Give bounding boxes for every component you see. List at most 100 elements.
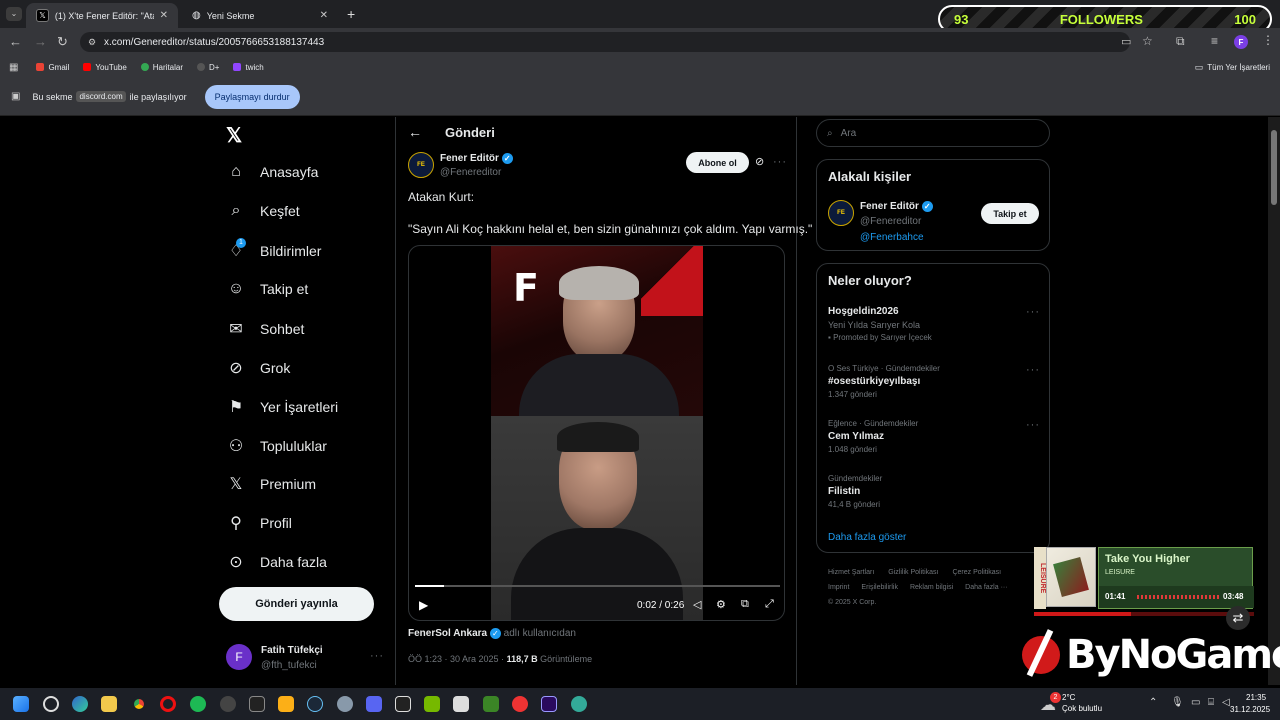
follow-button[interactable]: Takip et [981,203,1039,224]
cast-icon[interactable]: ▭ [1121,35,1131,48]
show-more-link[interactable]: Daha fazla göster [828,532,906,543]
extensions-icon[interactable]: ⧉ [1176,34,1185,49]
account-switcher[interactable]: F Fatih Tüfekçi @fth_tufekci ··· [226,644,386,674]
profile-avatar-icon[interactable]: F [1234,35,1248,49]
sidebar-item-home[interactable]: ⌂ Anasayfa [226,163,318,181]
more-icon[interactable]: ··· [773,156,787,168]
sidebar-item-notifications[interactable]: ♢ 1 Bildirimler [226,238,321,261]
related-bio-link[interactable]: @Fenerbahce [860,232,924,243]
spotify-icon[interactable] [190,696,206,712]
steam-icon[interactable] [307,696,323,712]
discord-icon[interactable] [366,696,382,712]
rockstar-icon[interactable] [278,696,294,712]
chrome-icon[interactable] [131,696,147,712]
clock-time[interactable]: 21:35 [1246,693,1266,702]
new-tab-plus-icon[interactable]: + [347,6,355,22]
search-icon[interactable] [43,696,59,712]
volume-icon[interactable]: ◁ [1222,697,1230,708]
post-timestamp[interactable]: ÖÖ 1:23 · 30 Ara 2025 · [408,654,504,664]
tab-x-post[interactable]: 𝕏 (1) X'te Fener Editör: "Atakı ✕ [26,3,178,28]
windows-start-icon[interactable] [13,696,29,712]
picture-in-picture-icon[interactable]: ⧉ [741,598,749,611]
settings-icon[interactable]: ⚙ [716,598,726,611]
video-progress-track[interactable] [415,585,780,587]
app-icon[interactable] [453,696,469,712]
subscribe-button[interactable]: Abone ol [686,152,749,173]
volume-icon[interactable]: ◁ [693,598,701,611]
back-arrow-icon[interactable]: ← [408,124,422,140]
edge-icon[interactable] [72,696,88,712]
close-icon[interactable]: ✕ [320,10,328,21]
stop-sharing-button[interactable]: Paylaşmayı durdur [204,84,300,109]
epic-games-icon[interactable] [249,696,265,712]
reload-icon[interactable]: ↻ [57,34,68,50]
footer-link[interactable]: Daha fazla ··· [965,584,1007,591]
display-icon[interactable]: ▭ [1191,697,1200,708]
trend-item[interactable]: Hoşgeldin2026 Yeni Yılda Sarıyer Kola ▪ … [828,306,1043,352]
opera-icon[interactable] [160,696,176,712]
search-box[interactable]: ⌕ Ara [816,119,1050,147]
tab-search-button[interactable]: ⌄ [6,7,22,21]
sidebar-item-bookmarks[interactable]: ⚑ Yer İşaretleri [226,397,338,417]
grok-icon[interactable]: ⊘ [755,155,764,168]
sidebar-item-grok[interactable]: ⊘ Grok [226,358,290,378]
author-avatar[interactable]: FE [408,152,434,178]
address-bar[interactable]: ⚙ x.com/Genereditor/status/2005766653188… [80,32,1130,52]
fullscreen-icon[interactable]: ⤢ [765,598,774,611]
sidebar-item-communities[interactable]: ⚇ Topluluklar [226,436,327,456]
footer-link[interactable]: Hizmet Şartları [828,569,874,576]
source-name[interactable]: FenerSol Ankara [408,628,487,639]
scrollbar-thumb[interactable] [1271,130,1277,205]
sidebar-item-explore[interactable]: ⌕ Keşfet [226,202,300,220]
related-avatar[interactable]: FE [828,200,854,226]
site-info-icon[interactable]: ⚙ [88,37,96,48]
bookmark-gmail[interactable]: Gmail [36,63,69,72]
bookmark-disney[interactable]: D+ [197,63,219,72]
close-icon[interactable]: ✕ [160,10,168,21]
capcut-icon[interactable] [395,696,411,712]
video-player[interactable]: F ▶ 0:02 / 0:26 ◁ ⚙ ⧉ ⤢ [408,245,785,621]
bookmark-twitch[interactable]: twich [233,63,264,72]
browser-menu-icon[interactable]: ⋮ [1262,33,1274,47]
sidebar-item-profile[interactable]: ⚲ Profil [226,513,292,533]
tab-new-tab[interactable]: ◍ Yeni Sekme ✕ [182,3,338,28]
footer-link[interactable]: Gizlilik Politikası [888,569,938,576]
nvidia-icon[interactable] [424,696,440,712]
post-button[interactable]: Gönderi yayınla [219,587,374,621]
app-icon[interactable] [337,696,353,712]
footer-link[interactable]: Çerez Politikası [952,569,1001,576]
tray-chevron-icon[interactable]: ⌃ [1149,697,1157,708]
trend-item[interactable]: O Ses Türkiye · Gündemdekiler #osestürki… [828,364,1043,408]
bookmark-youtube[interactable]: YouTube [83,63,127,72]
trend-item[interactable]: Gündemdekiler Filistin 41,4 B gönderi [828,474,1043,518]
more-icon[interactable]: ··· [370,650,384,662]
all-bookmarks[interactable]: ▭ Tüm Yer İşaretleri [1195,62,1270,73]
footer-link[interactable]: Imprint [828,584,849,591]
x-logo-icon[interactable]: 𝕏 [226,123,242,148]
author-handle[interactable]: @Fenereditor [440,167,501,178]
minecraft-icon[interactable] [483,696,499,712]
reading-list-icon[interactable]: ≡ [1211,34,1218,48]
footer-link[interactable]: Reklam bilgisi [910,584,953,591]
play-icon[interactable]: ▶ [419,598,428,612]
microphone-icon[interactable]: 🎙 [1171,697,1184,708]
trend-item[interactable]: Eğlence · Gündemdekiler Cem Yılmaz 1.048… [828,419,1043,463]
app-icon[interactable] [512,696,528,712]
file-explorer-icon[interactable] [101,696,117,712]
author-name-row[interactable]: Fener Editör ✓ [440,153,513,164]
premiere-icon[interactable] [541,696,557,712]
sidebar-item-chat[interactable]: ✉ Sohbet [226,319,304,339]
more-icon[interactable]: ··· [1026,419,1040,431]
network-icon[interactable]: ⌸ [1208,697,1214,708]
bookmark-maps[interactable]: Haritalar [140,63,183,72]
sidebar-item-follow[interactable]: ☺ Takip et [226,280,308,298]
more-icon[interactable]: ··· [1026,364,1040,376]
app-icon[interactable] [220,696,236,712]
related-name-row[interactable]: Fener Editör ✓ [860,201,933,212]
apps-grid-icon[interactable]: ▦ [9,62,18,73]
more-icon[interactable]: ··· [1026,306,1040,318]
forward-icon[interactable]: → [34,34,47,49]
clock-date[interactable]: 31.12.2025 [1230,705,1270,714]
bookmark-star-icon[interactable]: ☆ [1142,34,1153,48]
weather-widget[interactable]: ☁ 2 2°C Çok bulutlu [1040,692,1130,716]
